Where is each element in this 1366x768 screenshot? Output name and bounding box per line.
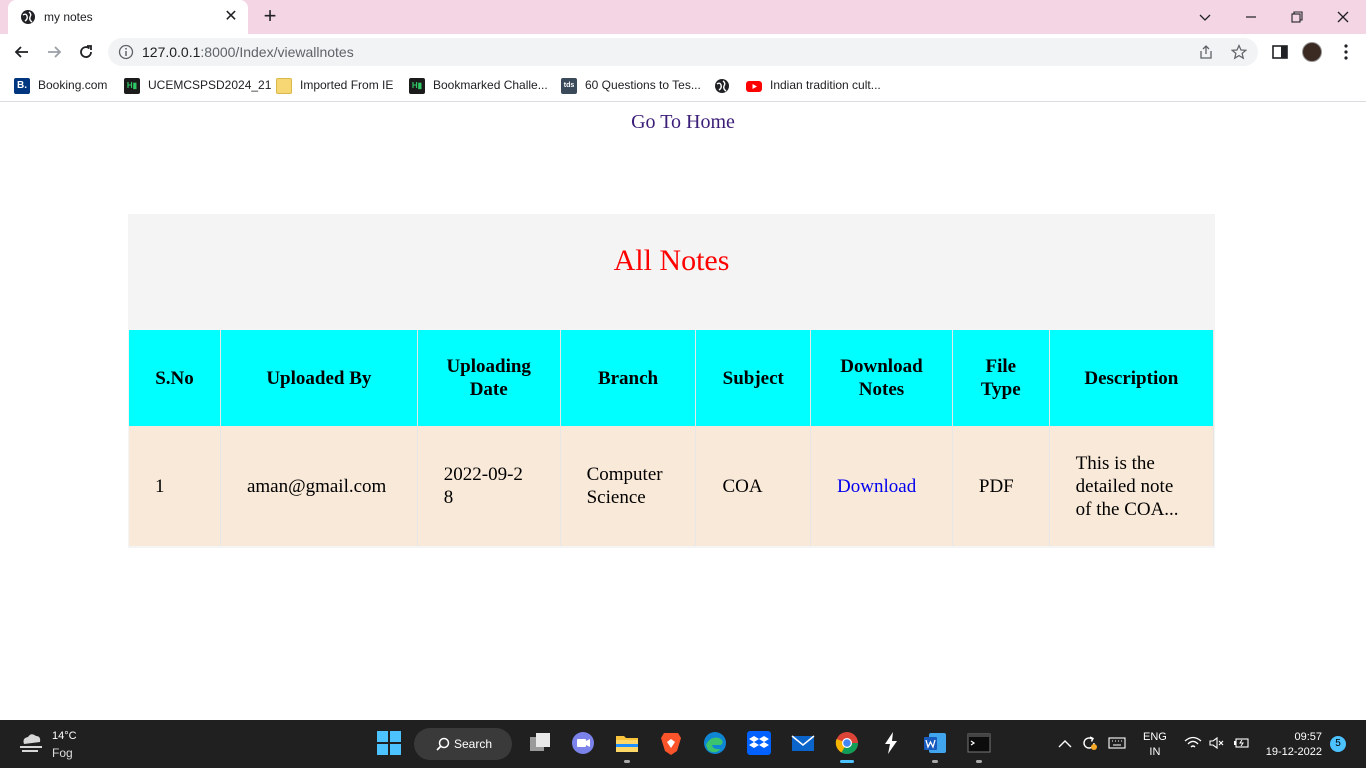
terminal-icon[interactable] [966,730,992,756]
column-header: Branch [560,330,697,426]
folder-icon [276,78,292,94]
column-header: File Type [952,330,1050,426]
language-indicator[interactable]: ENG IN [1143,730,1167,760]
tab-title: my notes [44,10,93,24]
address-bar[interactable]: 127.0.0.1:8000/Index/viewallnotes [108,38,1258,66]
notes-table: S.No Uploaded By Uploading Date Branch S… [129,330,1215,546]
globe-icon [21,10,35,24]
site-info-icon[interactable] [118,44,134,60]
reload-icon[interactable] [74,40,98,64]
battery-icon[interactable] [1232,736,1250,750]
bookmark-star-icon[interactable] [1231,44,1247,60]
chevron-up-icon[interactable] [1058,738,1072,750]
windows-start-icon[interactable] [376,730,402,756]
column-header: Subject [695,330,812,426]
weather-description: Fog [52,746,73,760]
forward-icon[interactable] [42,40,66,64]
table-header-row: S.No Uploaded By Uploading Date Branch S… [129,330,1215,426]
minimize-icon[interactable] [1228,4,1274,30]
cell-file-type: PDF [952,426,1050,546]
go-to-home-link[interactable]: Go To Home [0,111,1366,134]
cell-uploaded-by: aman@gmail.com [220,426,418,546]
tds-icon: tds [561,78,577,94]
page-title: All Notes [613,244,730,277]
globe-icon [715,79,729,93]
cell-subject: COA [695,426,812,546]
active-indicator [840,760,854,763]
dropbox-icon[interactable] [746,730,772,756]
running-indicator [932,760,938,763]
system-clock[interactable]: 09:57 19-12-2022 [1262,730,1322,760]
column-header: S.No [129,330,221,426]
cell-sno: 1 [129,426,221,546]
download-link[interactable]: Download [810,426,953,546]
column-header: Uploading Date [417,330,561,426]
weather-temperature: 14°C [52,730,77,742]
cell-branch: Computer Science [560,426,697,546]
cell-description: This is the detailed note of the COA... [1049,426,1215,546]
teams-chat-icon[interactable] [570,730,596,756]
running-indicator [624,760,630,763]
back-icon[interactable] [10,40,34,64]
search-icon [436,737,450,751]
task-view-icon[interactable] [527,730,553,756]
windows-taskbar: 14°C Fog Search ENG IN 09:57 19-12-2022 … [0,720,1366,768]
all-notes-card: All Notes S.No Uploaded By Uploading Dat… [128,214,1215,548]
column-header: Description [1049,330,1215,426]
sync-icon[interactable] [1080,734,1098,752]
side-panel-icon[interactable] [1270,42,1290,62]
close-window-icon[interactable] [1320,4,1366,30]
column-header: Download Notes [810,330,953,426]
speaker-muted-icon[interactable] [1208,736,1226,750]
chrome-icon[interactable] [834,730,860,756]
share-icon[interactable] [1198,44,1214,60]
bookmarks-bar: B. Booking.com H▮ UCEMCSPSD2024_21 Impor… [0,70,1366,102]
lightning-app-icon[interactable] [878,730,904,756]
url-text: 127.0.0.1:8000/Index/viewallnotes [142,44,354,60]
brave-browser-icon[interactable] [658,730,684,756]
file-explorer-icon[interactable] [614,730,640,756]
youtube-icon [746,81,762,92]
new-tab-icon[interactable]: + [258,5,282,29]
hackerrank-icon: H▮ [409,78,425,94]
restore-icon[interactable] [1274,4,1320,30]
notification-badge[interactable]: 5 [1330,736,1346,752]
keyboard-icon[interactable] [1108,736,1126,750]
tab-search-icon[interactable] [1182,4,1228,30]
page-content: Go To Home All Notes S.No Uploaded By Up… [0,103,1366,720]
tab-my-notes[interactable]: my notes ✕ [8,0,248,34]
edge-browser-icon[interactable] [702,730,728,756]
tab-strip: my notes ✕ + [0,0,1366,34]
booking-icon: B. [14,78,30,94]
menu-kebab-icon[interactable] [1336,42,1356,62]
taskbar-search[interactable]: Search [414,728,512,760]
fog-cloud-icon[interactable] [18,732,44,754]
mail-icon[interactable] [790,730,816,756]
profile-avatar[interactable] [1302,42,1322,62]
column-header: Uploaded By [220,330,418,426]
tab-close-icon[interactable]: ✕ [222,8,240,26]
cell-date: 2022-09-28 [417,426,561,546]
wifi-icon[interactable] [1184,736,1202,750]
table-row: 1 aman@gmail.com 2022-09-28 Computer Sci… [129,426,1215,546]
word-icon[interactable] [922,730,948,756]
running-indicator [976,760,982,763]
hackerrank-icon: H▮ [124,78,140,94]
